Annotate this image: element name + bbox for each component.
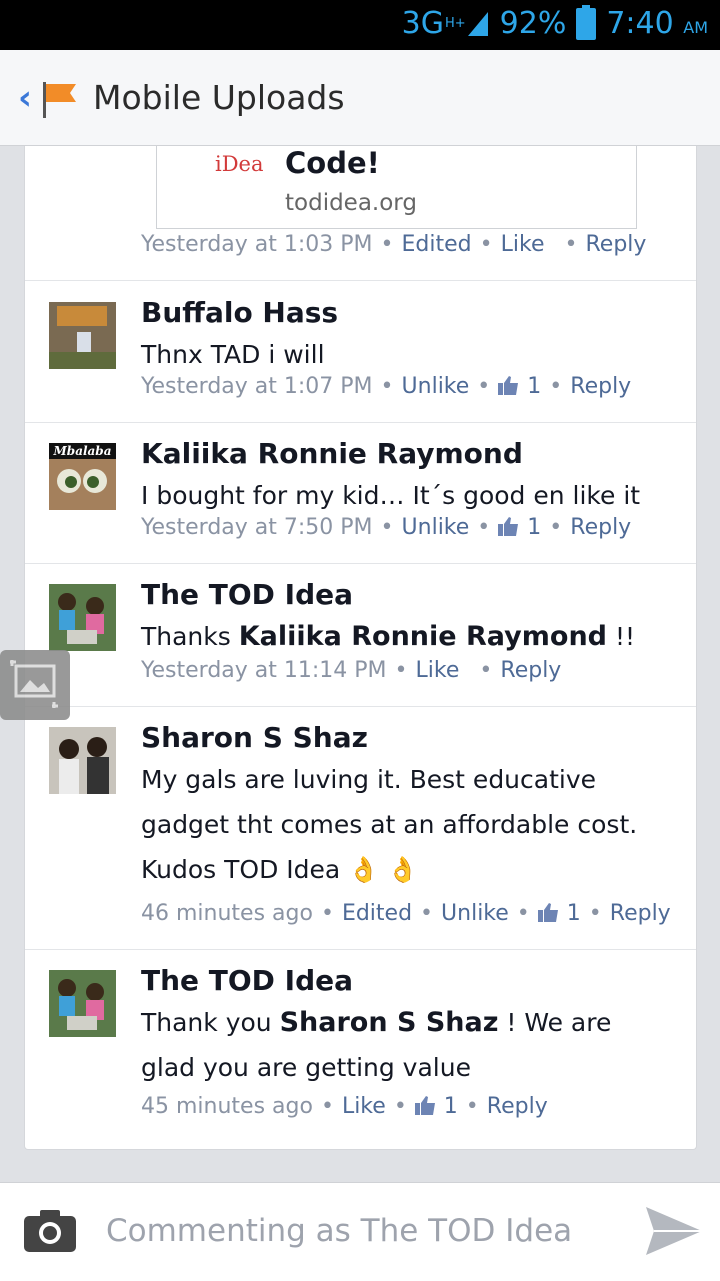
reply-button[interactable]: Reply [585,232,646,257]
flag-icon[interactable] [42,80,78,120]
mention-link[interactable]: Sharon S Shaz [280,1007,499,1038]
send-icon[interactable] [644,1201,704,1261]
comment-author[interactable]: The TOD Idea [141,578,353,611]
avatar[interactable]: Mbalaba [49,443,116,510]
crop-image-icon [10,660,58,708]
reply-button[interactable]: Reply [610,901,671,926]
comment-text: Thank you Sharon S Shaz ! We are glad yo… [141,1007,612,1082]
back-chevron-icon[interactable]: ‹ [18,78,32,118]
comment-text: Thanks Kaliika Ronnie Raymond !! [141,621,635,652]
reply-button[interactable]: Reply [570,515,631,540]
comment-author[interactable]: Kaliika Ronnie Raymond [141,437,523,470]
like-count[interactable]: 1 [444,1094,458,1119]
link-preview-brand: iDea [215,152,264,176]
divider [25,949,696,950]
avatar[interactable] [49,584,116,651]
signal-icon [467,11,488,36]
network-indicator: 3G H+ [402,6,490,41]
link-preview-title: Code! [285,146,380,180]
avatar[interactable] [49,302,116,369]
unlike-button[interactable]: Unlike [402,515,470,540]
avatar[interactable] [49,970,116,1037]
unlike-button[interactable]: Unlike [402,374,470,399]
screenshot-crop-button[interactable] [0,650,70,720]
camera-icon[interactable] [24,1210,76,1252]
like-button[interactable]: Like [342,1094,386,1119]
comment-author[interactable]: Buffalo Hass [141,296,338,329]
ok-hand-emoji: 👌 👌 [348,855,419,884]
edited-link[interactable]: Edited [402,232,472,257]
link-preview[interactable]: iDea Code! todidea.org [156,146,637,229]
thumbs-up-icon [498,376,519,395]
status-bar: 3G H+ 92% 7:40 AM [0,0,720,50]
comment-text: My gals are luving it. Best educative ga… [141,765,638,884]
reply-button[interactable]: Reply [500,658,561,683]
app-bar: ‹ Mobile Uploads [0,50,720,146]
comment-meta: 46 minutes ago • Edited • Unlike • 1 • Reply [141,901,671,926]
thumbs-up-icon [498,517,519,536]
like-button[interactable]: Like [416,658,460,683]
comment-composer: Commenting as The TOD Idea [0,1182,720,1281]
comment-meta: Yesterday at 7:50 PM • Unlike • 1 • Reply [141,515,632,540]
page-title: Mobile Uploads [93,78,345,117]
battery-percent: 92% [499,6,567,41]
like-count[interactable]: 1 [527,374,541,399]
like-button[interactable]: Like [501,232,545,257]
divider [25,280,696,281]
clock: 7:40 AM [606,6,708,41]
comments-card: iDea Code! todidea.org Yesterday at 1:03… [24,146,697,1150]
comment-meta: Yesterday at 1:03 PM • Edited • Like • Reply [141,232,647,257]
thumbs-up-icon [414,1096,435,1115]
comment-input[interactable]: Commenting as The TOD Idea [106,1213,572,1249]
divider [25,563,696,564]
avatar-label: Mbalaba [49,443,116,459]
divider [25,706,696,707]
comment-meta: Yesterday at 11:14 PM • Like • Reply [141,658,562,683]
mention-link[interactable]: Kaliika Ronnie Raymond [239,621,607,652]
link-preview-url: todidea.org [285,190,417,216]
like-count[interactable]: 1 [527,515,541,540]
comment-text: Thnx TAD i will [141,340,325,369]
comment-meta: Yesterday at 1:07 PM • Unlike • 1 • Reply [141,374,632,399]
reply-button[interactable]: Reply [570,374,631,399]
reply-button[interactable]: Reply [487,1094,548,1119]
battery-icon [576,4,597,40]
comment-author[interactable]: Sharon S Shaz [141,721,368,754]
like-count[interactable]: 1 [567,901,581,926]
edited-link[interactable]: Edited [342,901,412,926]
comment-text: I bought for my kid… It´s good en like i… [141,481,641,510]
divider [25,422,696,423]
comment-meta: 45 minutes ago • Like • 1 • Reply [141,1094,548,1119]
comment-author[interactable]: The TOD Idea [141,964,353,997]
unlike-button[interactable]: Unlike [441,901,509,926]
thumbs-up-icon [537,903,558,922]
avatar[interactable] [49,727,116,794]
avatar-face [49,459,116,510]
